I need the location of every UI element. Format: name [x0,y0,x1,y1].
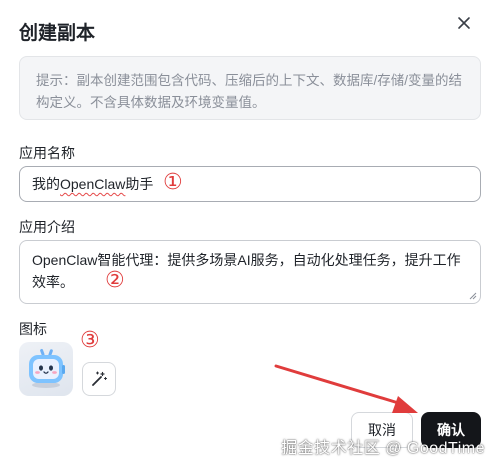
robot-tv-avatar-icon [29,348,65,388]
dialog-title: 创建副本 [19,23,96,44]
app-name-label: 应用名称 [19,145,75,161]
magic-generate-button[interactable] [82,362,116,396]
app-name-input[interactable]: 我的 OpenClaw 助手 [19,166,481,202]
hint-text: 提示：副本创建范围包含代码、压缩后的上下文、数据库/存储/变量的结构定义。不含具… [36,73,463,110]
app-intro-textarea[interactable]: OpenClaw智能代理：提供多场景AI服务，自动化处理任务，提升工作效率。 [19,240,481,304]
watermark: 掘金技术社区 @ GoodTime [281,440,485,457]
app-name-suffix: 助手 [125,176,154,192]
close-icon [458,17,470,29]
app-name-prefix: 我的 [32,176,60,192]
magic-wand-icon [92,371,108,386]
annotation-marker-1: ① [163,170,183,195]
hint-box: 提示：副本创建范围包含代码、压缩后的上下文、数据库/存储/变量的结构定义。不含具… [19,56,481,120]
close-button[interactable] [453,12,475,34]
app-intro-text: OpenClaw智能代理：提供多场景AI服务，自动化处理任务，提升工作效率。 [32,252,461,290]
app-intro-label: 应用介绍 [19,219,75,235]
annotation-marker-2: ② [105,268,125,293]
app-name-brand: OpenClaw [60,176,126,192]
app-icon-preview[interactable] [19,342,73,396]
annotation-marker-3: ③ [80,328,100,353]
resize-grip-icon[interactable] [469,292,477,300]
create-copy-dialog: 创建副本 提示：副本创建范围包含代码、压缩后的上下文、数据库/存储/变量的结构定… [0,0,497,467]
icon-label: 图标 [19,321,47,337]
